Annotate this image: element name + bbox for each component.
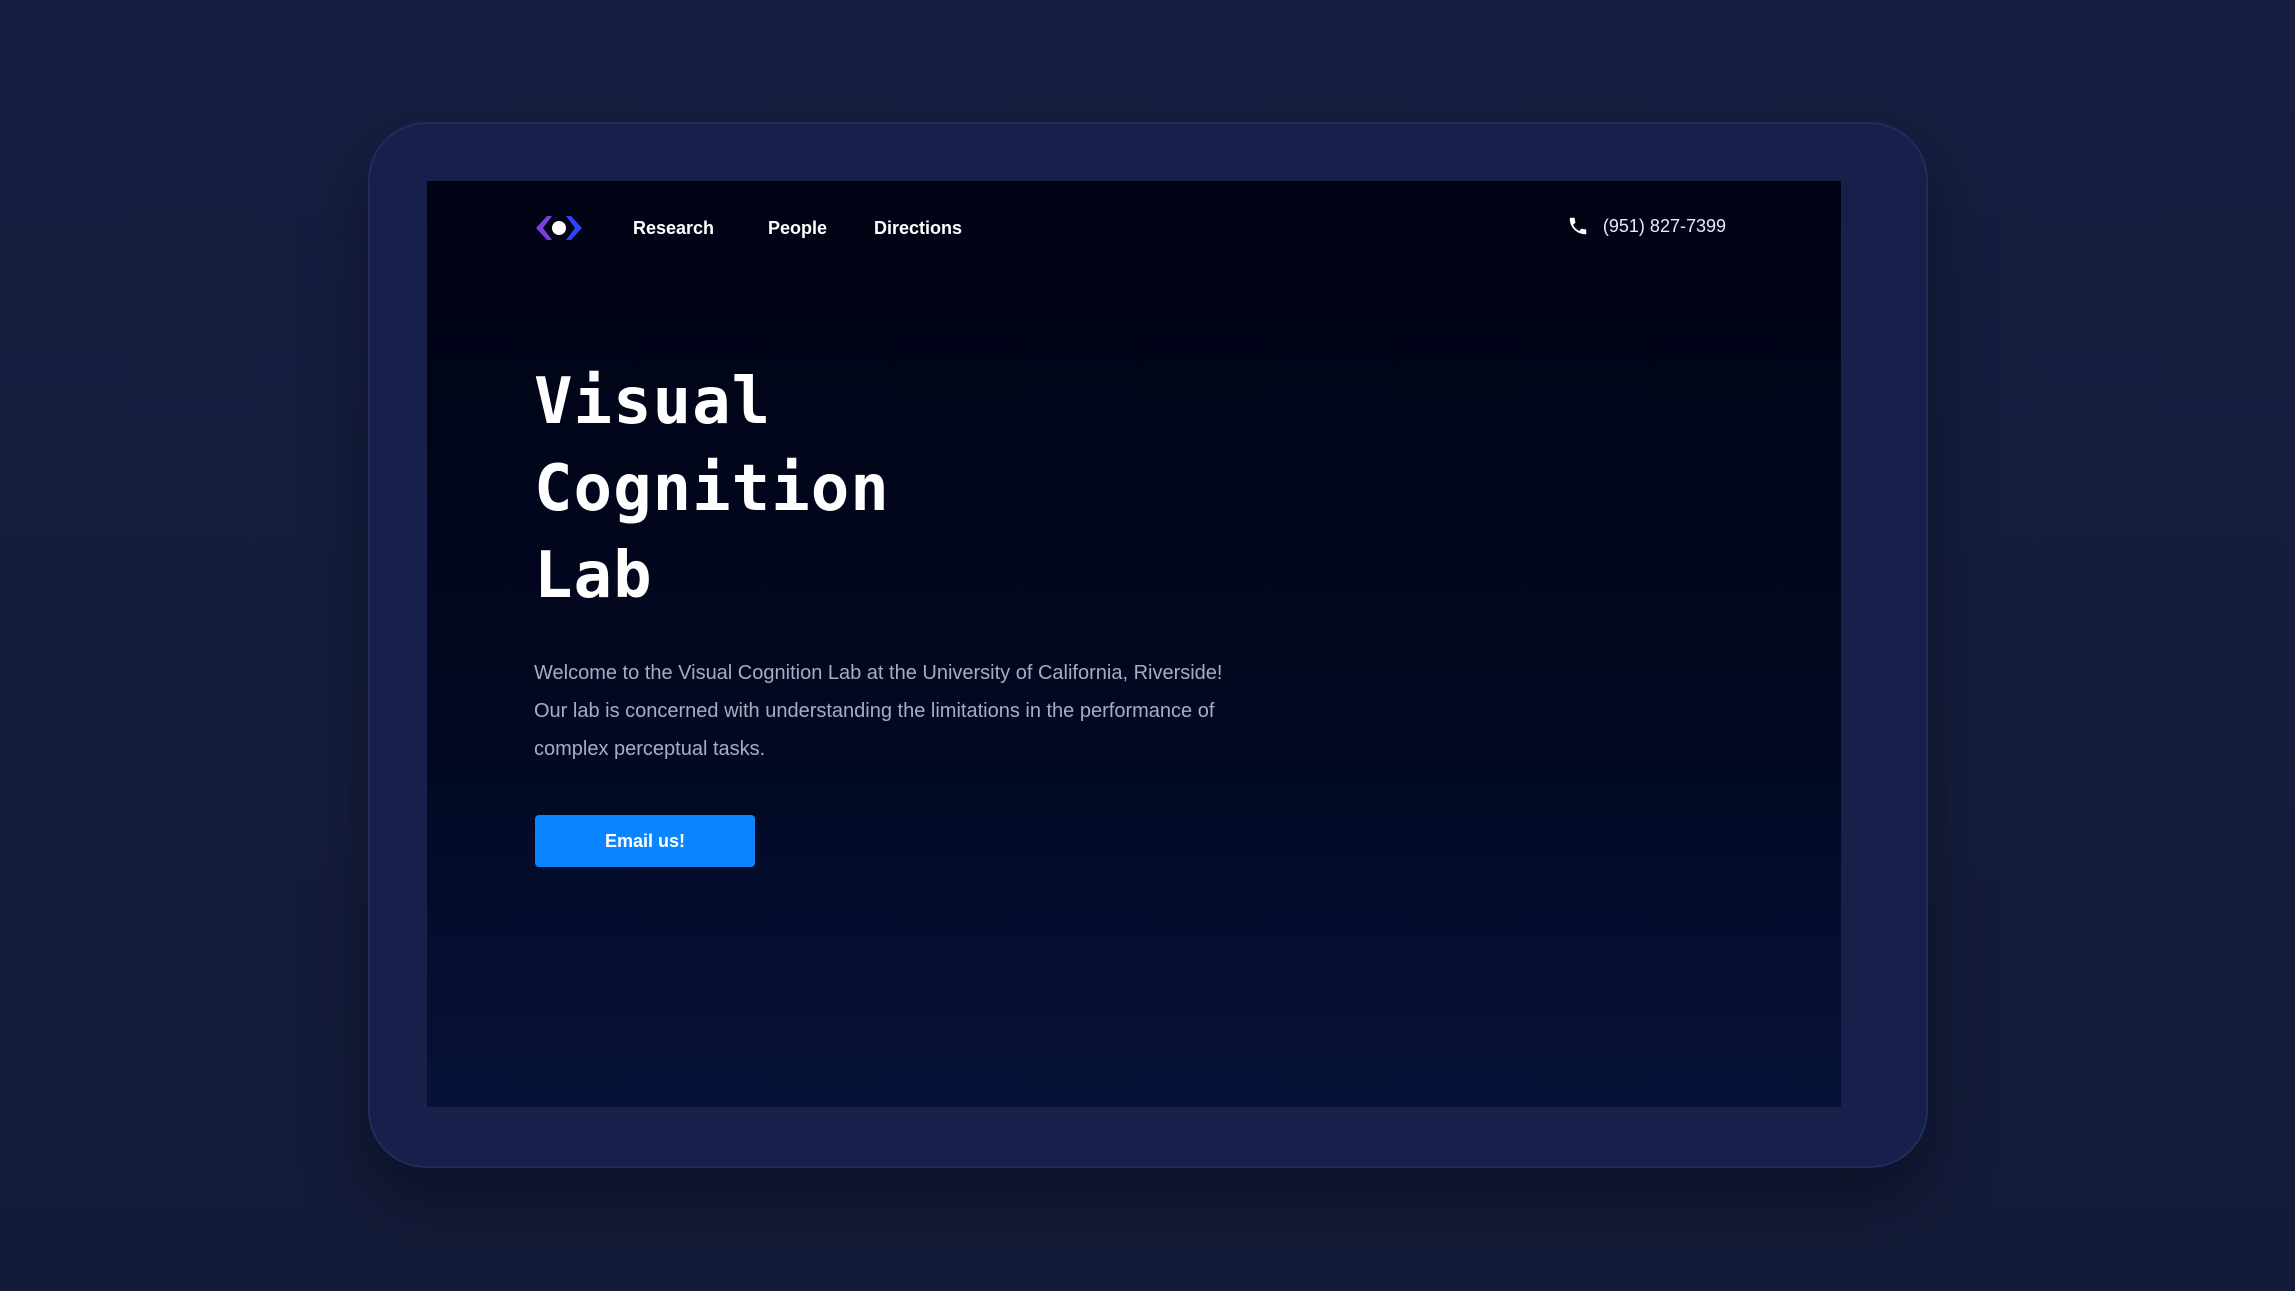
nav-link-research[interactable]: Research (633, 217, 714, 239)
nav-link-directions[interactable]: Directions (874, 217, 962, 239)
hero-title: Visual Cognition Lab (534, 359, 890, 620)
hero-title-line: Lab (534, 539, 653, 613)
nav-link-people[interactable]: People (768, 217, 827, 239)
page-background: Research People Directions (951) 827-739… (0, 0, 2295, 1291)
email-us-button[interactable]: Email us! (535, 815, 755, 867)
website-screen: Research People Directions (951) 827-739… (427, 181, 1841, 1107)
hero-description: Welcome to the Visual Cognition Lab at t… (534, 662, 1223, 760)
eye-logo-icon[interactable] (534, 214, 584, 242)
hero-title-line: Visual (534, 365, 772, 439)
hero-title-line: Cognition (534, 452, 890, 526)
phone-contact[interactable]: (951) 827-7399 (1567, 215, 1726, 237)
phone-icon (1569, 217, 1587, 235)
device-frame: Research People Directions (951) 827-739… (368, 122, 1928, 1168)
phone-number: (951) 827-7399 (1602, 216, 1726, 236)
